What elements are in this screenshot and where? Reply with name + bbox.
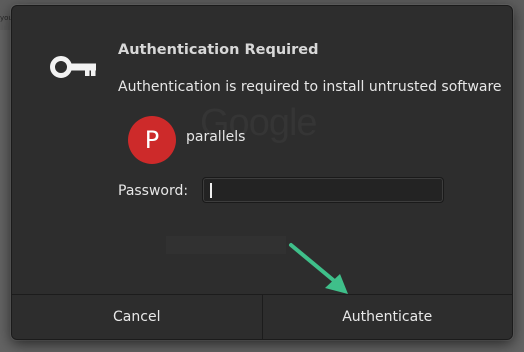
authenticate-button[interactable]: Authenticate [262, 295, 512, 339]
user-name: parallels [186, 129, 246, 145]
dialog-title: Authentication Required [118, 42, 319, 58]
password-field[interactable] [202, 177, 444, 203]
text-cursor [210, 183, 212, 198]
cancel-button[interactable]: Cancel [12, 295, 263, 339]
dialog-button-bar: Cancel Authenticate [12, 294, 512, 339]
dialog-message: Authentication is required to install un… [118, 79, 502, 95]
authentication-dialog: Google Authentication Required Authentic… [11, 5, 513, 340]
background-ghost-element [166, 236, 286, 254]
user-avatar: P [128, 116, 176, 164]
arrow-icon [289, 243, 348, 294]
password-label: Password: [118, 183, 189, 199]
key-icon [50, 56, 96, 78]
